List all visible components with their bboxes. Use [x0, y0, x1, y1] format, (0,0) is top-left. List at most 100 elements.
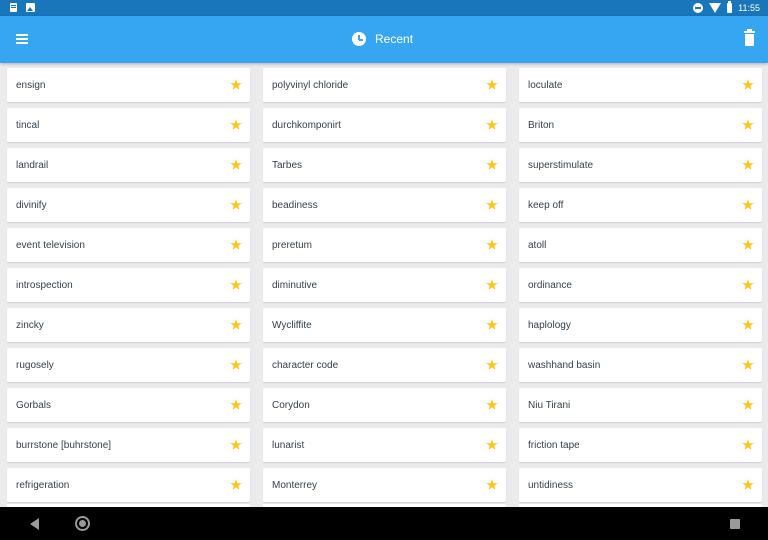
- word-text: introspection: [16, 280, 73, 291]
- star-icon[interactable]: [742, 399, 754, 410]
- app-bar: Recent: [0, 16, 768, 63]
- word-card[interactable]: tincal: [7, 108, 250, 142]
- word-text: burrstone [buhrstone]: [16, 440, 112, 451]
- star-icon[interactable]: [486, 279, 498, 290]
- word-card[interactable]: Wycliffite: [263, 308, 506, 342]
- star-icon[interactable]: [230, 439, 242, 450]
- star-icon[interactable]: [230, 479, 242, 490]
- word-card[interactable]: keep off: [519, 188, 762, 222]
- word-card[interactable]: Niu Tirani: [519, 388, 762, 422]
- navigation-bar: [0, 507, 768, 540]
- word-card[interactable]: Monterrey: [263, 468, 506, 502]
- word-text: landrail: [16, 160, 49, 171]
- recents-icon[interactable]: [730, 519, 740, 529]
- word-card[interactable]: haplology: [519, 308, 762, 342]
- word-card[interactable]: friction tape: [519, 428, 762, 462]
- word-text: diminutive: [272, 280, 318, 291]
- word-card[interactable]: divinify: [7, 188, 250, 222]
- word-text: keep off: [528, 200, 564, 211]
- word-card[interactable]: durchkomponirt: [263, 108, 506, 142]
- word-card[interactable]: washhand basin: [519, 348, 762, 382]
- word-card[interactable]: zincky: [7, 308, 250, 342]
- star-icon[interactable]: [230, 399, 242, 410]
- word-text: character code: [272, 360, 339, 371]
- word-card[interactable]: superstimulate: [519, 148, 762, 182]
- star-icon[interactable]: [486, 199, 498, 210]
- star-icon[interactable]: [230, 239, 242, 250]
- word-card[interactable]: refrigeration: [7, 468, 250, 502]
- word-card[interactable]: event television: [7, 228, 250, 262]
- star-icon[interactable]: [230, 359, 242, 370]
- star-icon[interactable]: [230, 119, 242, 130]
- star-icon[interactable]: [486, 159, 498, 170]
- word-card[interactable]: ensign: [7, 68, 250, 102]
- word-card[interactable]: Corydon: [263, 388, 506, 422]
- word-card[interactable]: Gorbals: [7, 388, 250, 422]
- star-icon[interactable]: [230, 79, 242, 90]
- word-card[interactable]: preretum: [263, 228, 506, 262]
- word-card[interactable]: burrstone [buhrstone]: [7, 428, 250, 462]
- star-icon[interactable]: [230, 199, 242, 210]
- recent-words-grid: ensign polyvinyl chloride loculate tincal du…: [7, 68, 762, 502]
- star-icon[interactable]: [230, 319, 242, 330]
- star-icon[interactable]: [742, 119, 754, 130]
- word-card[interactable]: ordinance: [519, 268, 762, 302]
- battery-icon: [727, 1, 733, 13]
- page-title: Recent: [375, 32, 414, 46]
- star-icon[interactable]: [742, 159, 754, 170]
- notes-icon: [10, 3, 17, 12]
- word-card[interactable]: loculate: [519, 68, 762, 102]
- word-text: untidiness: [528, 480, 574, 491]
- word-card[interactable]: character code: [263, 348, 506, 382]
- star-icon[interactable]: [742, 439, 754, 450]
- star-icon[interactable]: [486, 119, 498, 130]
- word-card[interactable]: landrail: [7, 148, 250, 182]
- star-icon[interactable]: [486, 479, 498, 490]
- word-text: durchkomponirt: [272, 120, 341, 131]
- star-icon[interactable]: [486, 439, 498, 450]
- word-card[interactable]: atoll: [519, 228, 762, 262]
- word-text: preretum: [272, 240, 313, 251]
- image-icon: [26, 3, 35, 12]
- star-icon[interactable]: [742, 359, 754, 370]
- star-icon[interactable]: [742, 239, 754, 250]
- word-text: Niu Tirani: [528, 400, 571, 411]
- word-card[interactable]: beadiness: [263, 188, 506, 222]
- word-card[interactable]: untidiness: [519, 468, 762, 502]
- word-text: event television: [16, 240, 85, 251]
- word-text: beadiness: [272, 200, 318, 211]
- back-icon[interactable]: [30, 518, 39, 530]
- star-icon[interactable]: [742, 319, 754, 330]
- status-left-icons: [10, 3, 35, 12]
- star-icon[interactable]: [742, 79, 754, 90]
- word-card[interactable]: introspection: [7, 268, 250, 302]
- word-text: superstimulate: [528, 160, 594, 171]
- word-card[interactable]: polyvinyl chloride: [263, 68, 506, 102]
- trash-icon[interactable]: [744, 29, 755, 47]
- star-icon[interactable]: [486, 399, 498, 410]
- star-icon[interactable]: [230, 279, 242, 290]
- word-text: divinify: [16, 200, 47, 211]
- home-icon[interactable]: [75, 516, 90, 531]
- star-icon[interactable]: [486, 319, 498, 330]
- word-card[interactable]: Tarbes: [263, 148, 506, 182]
- star-icon[interactable]: [742, 199, 754, 210]
- word-card[interactable]: Briton: [519, 108, 762, 142]
- word-text: lunarist: [272, 440, 305, 451]
- star-icon[interactable]: [486, 79, 498, 90]
- word-text: Tarbes: [272, 160, 303, 171]
- star-icon[interactable]: [742, 479, 754, 490]
- word-text: friction tape: [528, 440, 580, 451]
- status-right-icons: 11:55: [693, 1, 760, 14]
- star-icon[interactable]: [486, 359, 498, 370]
- clock-icon: [352, 32, 366, 46]
- word-text: polyvinyl chloride: [272, 80, 349, 91]
- star-icon[interactable]: [486, 239, 498, 250]
- star-icon[interactable]: [742, 279, 754, 290]
- menu-icon[interactable]: [16, 34, 28, 44]
- word-card[interactable]: lunarist: [263, 428, 506, 462]
- star-icon[interactable]: [230, 159, 242, 170]
- word-card[interactable]: diminutive: [263, 268, 506, 302]
- word-card[interactable]: rugosely: [7, 348, 250, 382]
- word-text: loculate: [528, 80, 563, 91]
